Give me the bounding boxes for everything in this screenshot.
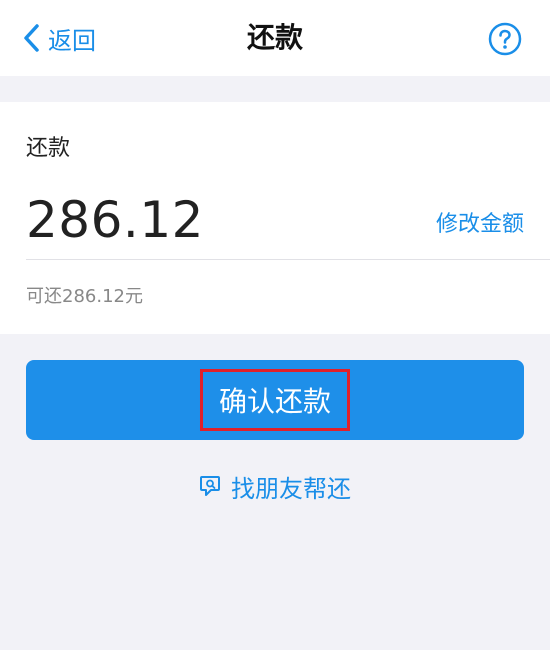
ask-friend-label: 找朋友帮还 <box>231 474 351 503</box>
back-label: 返回 <box>48 26 96 55</box>
confirm-repay-label: 确认还款 <box>199 369 351 431</box>
modify-amount-link[interactable]: 修改金额 <box>436 206 524 238</box>
ask-friend-to-repay-link[interactable]: 找朋友帮还 <box>0 466 550 506</box>
repay-label: 还款 <box>26 136 71 161</box>
repay-amount[interactable]: 286.12 <box>26 190 204 250</box>
available-amount-text: 可还286.12元 <box>26 286 143 307</box>
confirm-repay-button[interactable]: 确认还款 <box>26 360 524 440</box>
back-button[interactable]: 返回 <box>22 16 96 60</box>
divider <box>26 259 550 260</box>
question-circle-icon <box>488 22 522 56</box>
chevron-left-icon <box>24 24 39 52</box>
help-button[interactable] <box>488 22 522 56</box>
chat-help-icon <box>200 476 220 496</box>
repay-card: 还款 286.12 修改金额 可还286.12元 <box>0 102 550 334</box>
navigation-bar: 返回 还款 <box>0 0 550 76</box>
